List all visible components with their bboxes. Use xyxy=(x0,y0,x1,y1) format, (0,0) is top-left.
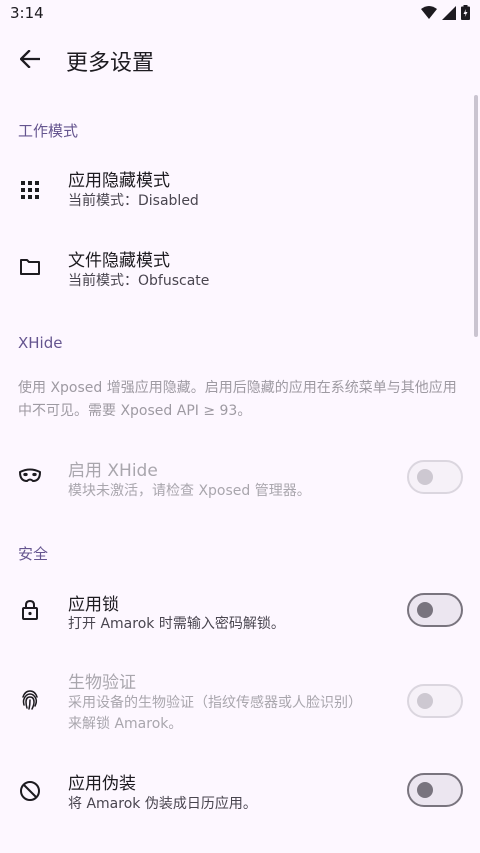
app-disguise-title: 应用伪装 xyxy=(68,774,136,794)
app-disguise-switch[interactable] xyxy=(407,773,463,807)
xhide-enable-item[interactable]: 启用 XHide 模块未激活，请检查 Xposed 管理器。 xyxy=(0,438,480,518)
file-hide-mode-subtitle: 当前模式：Obfuscate xyxy=(68,273,210,289)
lock-icon xyxy=(22,599,38,620)
wifi-icon xyxy=(421,5,437,19)
switch-thumb xyxy=(417,602,433,618)
signal-icon xyxy=(442,5,456,20)
app-lock-subtitle: 打开 Amarok 时需输入密码解锁。 xyxy=(68,616,285,632)
arrow-back-icon xyxy=(20,50,40,68)
battery-icon xyxy=(461,5,470,20)
section-header-work-mode: 工作模式 xyxy=(18,122,79,140)
app-bar: 更多设置 xyxy=(0,28,480,92)
biometric-switch[interactable] xyxy=(407,684,463,718)
app-lock-switch[interactable] xyxy=(407,593,463,627)
switch-thumb xyxy=(417,693,433,709)
switch-thumb xyxy=(417,469,433,485)
back-button[interactable] xyxy=(12,36,48,82)
xhide-info-text: 使用 Xposed 增强应用隐藏。启用后隐藏的应用在系统菜单与其他应用中不可见。… xyxy=(18,380,457,419)
app-disguise-item[interactable]: 应用伪装 将 Amarok 伪装成日历应用。 xyxy=(0,750,480,832)
app-hide-mode-item[interactable]: 应用隐藏模式 当前模式：Disabled xyxy=(0,148,480,228)
app-lock-title: 应用锁 xyxy=(68,595,119,615)
biometric-title: 生物验证 xyxy=(68,673,136,693)
fingerprint-icon xyxy=(22,690,38,710)
app-lock-item[interactable]: 应用锁 打开 Amarok 时需输入密码解锁。 xyxy=(0,570,480,650)
biometric-subtitle-line1: 采用设备的生物验证（指纹传感器或人脸识别） xyxy=(68,695,362,711)
no-camera-icon xyxy=(20,781,40,801)
apps-grid-icon xyxy=(21,181,39,199)
mask-icon xyxy=(19,468,41,482)
switch-thumb xyxy=(417,782,433,798)
xhide-enable-subtitle: 模块未激活，请检查 Xposed 管理器。 xyxy=(68,483,311,499)
folder-icon xyxy=(20,259,40,275)
app-hide-mode-subtitle: 当前模式：Disabled xyxy=(68,193,199,209)
xhide-enable-switch[interactable] xyxy=(407,460,463,494)
section-header-security: 安全 xyxy=(18,545,49,563)
app-hide-mode-title: 应用隐藏模式 xyxy=(68,171,170,191)
file-hide-mode-item[interactable]: 文件隐藏模式 当前模式：Obfuscate xyxy=(0,228,480,308)
section-header-xhide: XHide xyxy=(18,334,63,352)
xhide-enable-title: 启用 XHide xyxy=(68,461,158,481)
status-icons xyxy=(421,5,470,20)
status-time: 3:14 xyxy=(10,4,44,22)
status-bar: 3:14 xyxy=(0,0,480,28)
file-hide-mode-title: 文件隐藏模式 xyxy=(68,251,170,271)
biometric-subtitle-line2: 来解锁 Amarok。 xyxy=(68,716,183,732)
app-disguise-subtitle: 将 Amarok 伪装成日历应用。 xyxy=(68,796,257,812)
biometric-item[interactable]: 生物验证 采用设备的生物验证（指纹传感器或人脸识别） 来解锁 Amarok。 xyxy=(0,656,480,746)
page-title: 更多设置 xyxy=(66,51,155,76)
